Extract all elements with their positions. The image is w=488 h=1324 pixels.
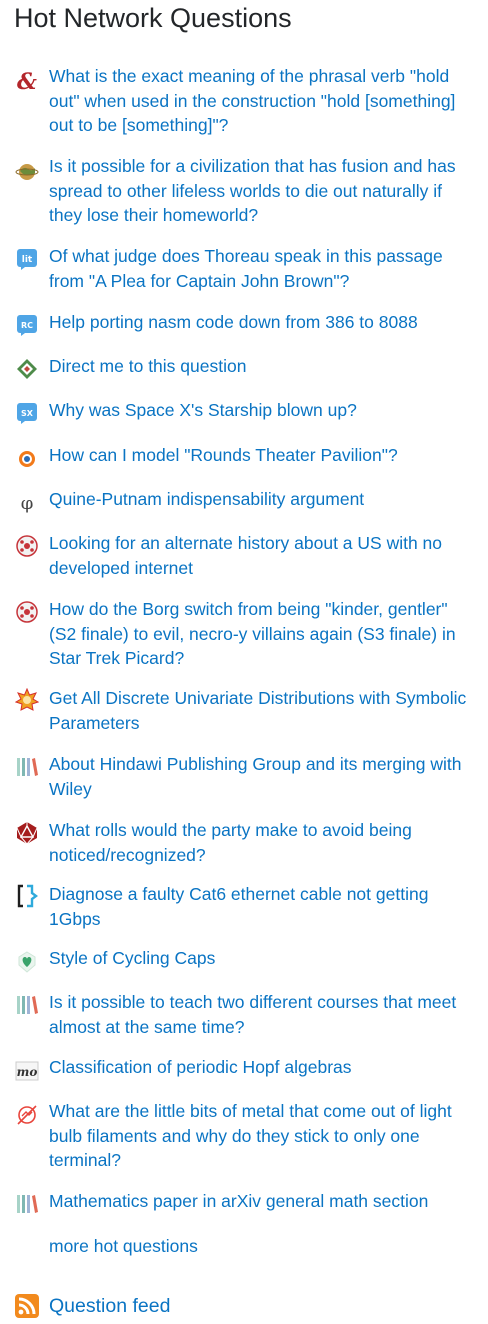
mathoverflow-icon: mo [15,1059,39,1083]
question-item: Is it possible to teach two different co… [0,990,488,1040]
svg-text:φ: φ [21,493,34,514]
svg-text:lit: lit [22,255,33,265]
question-link[interactable]: What is the exact meaning of the phrasal… [49,64,474,138]
question-feed: Question feed [15,1293,315,1319]
question-item: SX Why was Space X's Starship blown up? [0,398,488,424]
question-item: & What is the exact meaning of the phras… [0,64,488,138]
academia-icon [15,993,39,1017]
puzzling-icon [15,357,39,381]
question-link[interactable]: Classification of periodic Hopf algebras [49,1055,474,1080]
svg-text:SX: SX [21,409,34,418]
blender-icon [15,446,39,470]
question-item: What rolls would the party make to avoid… [0,818,488,868]
scifi-icon [15,600,39,624]
academia-icon [15,1192,39,1216]
question-link[interactable]: What rolls would the party make to avoid… [49,818,474,867]
space-exploration-icon: SX [15,401,39,425]
question-link[interactable]: Looking for an alternate history about a… [49,531,474,580]
electronics-icon [15,1103,39,1127]
question-link[interactable]: How can I model "Rounds Theater Pavilion… [49,443,474,468]
question-link[interactable]: Help porting nasm code down from 386 to … [49,310,474,335]
question-link[interactable]: What are the little bits of metal that c… [49,1099,474,1173]
question-item: What are the little bits of metal that c… [0,1099,488,1173]
academia-icon [15,755,39,779]
question-item: RC Help porting nasm code down from 386 … [0,310,488,336]
svg-text:mo: mo [17,1065,38,1079]
question-item: About Hindawi Publishing Group and its m… [0,752,488,802]
english-icon: & [15,69,39,93]
question-item: How can I model "Rounds Theater Pavilion… [0,443,488,469]
rpg-icon [15,821,39,845]
question-link[interactable]: About Hindawi Publishing Group and its m… [49,752,474,801]
question-item: φ Quine-Putnam indispensability argument [0,487,488,514]
hot-network-questions: Hot Network Questions & What is the exac… [0,0,488,1324]
question-link[interactable]: Diagnose a faulty Cat6 ethernet cable no… [49,882,474,931]
question-item: Diagnose a faulty Cat6 ethernet cable no… [0,882,488,932]
question-link[interactable]: Get All Discrete Univariate Distribution… [49,686,474,735]
question-link[interactable]: How do the Borg switch from being "kinde… [49,597,474,671]
question-item: Get All Discrete Univariate Distribution… [0,686,488,736]
question-link[interactable]: Style of Cycling Caps [49,946,474,971]
question-item: Direct me to this question [0,354,488,380]
question-link[interactable]: Of what judge does Thoreau speak in this… [49,244,474,293]
question-item: How do the Borg switch from being "kinde… [0,597,488,671]
question-link[interactable]: Mathematics paper in arXiv general math … [49,1189,474,1214]
literature-icon: lit [15,247,39,271]
more-hot-questions-link[interactable]: more hot questions [49,1234,198,1258]
svg-text:RC: RC [21,321,33,330]
worldbuilding-icon [15,159,39,183]
question-feed-link[interactable]: Question feed [49,1293,170,1319]
retrocomputing-icon: RC [15,313,39,337]
question-item: Is it possible for a civilization that h… [0,154,488,228]
section-title: Hot Network Questions [14,3,292,33]
superuser-icon [15,884,39,908]
svg-text:&: & [17,69,37,93]
question-item: Style of Cycling Caps [0,946,488,974]
question-link[interactable]: Why was Space X's Starship blown up? [49,398,474,423]
question-link[interactable]: Is it possible to teach two different co… [49,990,474,1039]
question-link[interactable]: Quine-Putnam indispensability argument [49,487,474,512]
question-item: Looking for an alternate history about a… [0,531,488,581]
question-item: lit Of what judge does Thoreau speak in … [0,244,488,294]
mathematica-icon [15,688,39,712]
rss-icon [15,1294,39,1318]
question-item: Mathematics paper in arXiv general math … [0,1189,488,1215]
question-link[interactable]: Is it possible for a civilization that h… [49,154,474,228]
bicycles-icon [15,950,39,974]
scifi-icon [15,534,39,558]
question-link[interactable]: Direct me to this question [49,354,474,379]
philosophy-icon: φ [15,490,39,514]
question-item: mo Classification of periodic Hopf algeb… [0,1055,488,1081]
